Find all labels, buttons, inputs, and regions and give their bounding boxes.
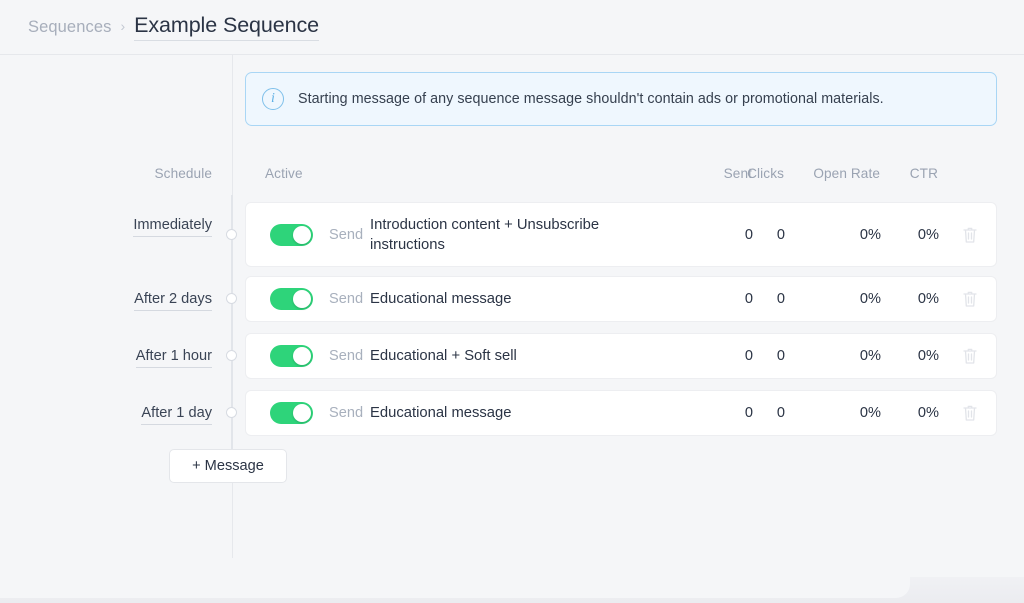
column-header-active: Active: [265, 166, 303, 181]
send-label: Send: [329, 405, 364, 421]
schedule-label[interactable]: After 1 hour: [0, 348, 212, 368]
delete-icon[interactable]: [962, 290, 978, 308]
page-header: Sequences › Example Sequence: [0, 0, 1024, 55]
toggle-knob: [293, 290, 311, 308]
metric-open-rate: 0%: [859, 405, 881, 421]
column-header-open-rate: Open Rate: [813, 166, 880, 181]
timeline-node: [226, 350, 237, 361]
table-row: Send Educational message 0 0 0% 0%: [245, 390, 997, 436]
schedule-label-text: After 1 hour: [135, 348, 212, 368]
toggle-knob: [293, 404, 311, 422]
column-header-clicks: Clicks: [747, 166, 784, 181]
delete-icon[interactable]: [962, 404, 978, 422]
info-icon: i: [262, 88, 284, 110]
column-header-ctr: CTR: [909, 166, 938, 181]
info-banner-text: Starting message of any sequence message…: [298, 91, 884, 107]
bottom-edge: [0, 558, 1024, 603]
timeline-node: [226, 229, 237, 240]
toggle-knob: [293, 225, 311, 244]
message-title[interactable]: Educational message: [370, 403, 670, 423]
metric-open-rate: 0%: [859, 226, 881, 243]
metric-ctr: 0%: [917, 226, 939, 243]
delete-icon[interactable]: [962, 226, 978, 244]
timeline-node: [226, 293, 237, 304]
message-title[interactable]: Educational message: [370, 289, 670, 309]
active-toggle[interactable]: [270, 223, 313, 246]
sequence-editor-page: Sequences › Example Sequence i Starting …: [0, 0, 1024, 603]
metric-clicks: 0: [776, 348, 785, 364]
add-message-button[interactable]: + Message: [169, 449, 287, 483]
schedule-label-text: After 2 days: [134, 291, 212, 311]
active-toggle[interactable]: [270, 345, 313, 367]
metric-clicks: 0: [776, 291, 785, 307]
metric-ctr: 0%: [917, 348, 939, 364]
message-title[interactable]: Introduction content + Unsubscribe instr…: [370, 215, 670, 255]
breadcrumb-link-sequences[interactable]: Sequences: [28, 18, 111, 37]
metric-clicks: 0: [776, 226, 785, 243]
schedule-label[interactable]: After 2 days: [0, 291, 212, 311]
schedule-label-text: Immediately: [133, 217, 212, 237]
metric-ctr: 0%: [917, 291, 939, 307]
send-label: Send: [329, 348, 364, 364]
active-toggle[interactable]: [270, 288, 313, 310]
message-title[interactable]: Educational + Soft sell: [370, 346, 670, 366]
column-header-schedule: Schedule: [154, 166, 212, 181]
metric-ctr: 0%: [917, 405, 939, 421]
delete-icon[interactable]: [962, 347, 978, 365]
table-row: Send Educational + Soft sell 0 0 0% 0%: [245, 333, 997, 379]
send-label: Send: [329, 291, 364, 307]
page-title[interactable]: Example Sequence: [134, 13, 319, 41]
timeline-node: [226, 407, 237, 418]
info-banner: i Starting message of any sequence messa…: [245, 72, 997, 126]
toggle-knob: [293, 347, 311, 365]
table-row: Send Introduction content + Unsubscribe …: [245, 202, 997, 267]
breadcrumb: Sequences › Example Sequence: [0, 13, 319, 41]
schedule-label-text: After 1 day: [141, 405, 212, 425]
active-toggle[interactable]: [270, 402, 313, 424]
send-label: Send: [329, 226, 364, 243]
schedule-label[interactable]: After 1 day: [0, 405, 212, 425]
metric-clicks: 0: [776, 405, 785, 421]
chevron-right-icon: ›: [120, 18, 126, 34]
bottom-panel-corner: [0, 558, 910, 598]
metric-open-rate: 0%: [859, 348, 881, 364]
table-row: Send Educational message 0 0 0% 0%: [245, 276, 997, 322]
metric-open-rate: 0%: [859, 291, 881, 307]
schedule-label[interactable]: Immediately: [0, 217, 212, 237]
